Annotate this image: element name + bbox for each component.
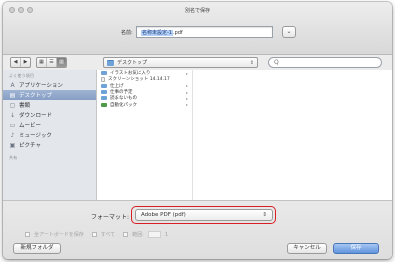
sidebar-item-music[interactable]: ♪ ミュージック <box>3 130 96 140</box>
list-item[interactable]: 自動化パック ▸ <box>97 101 192 108</box>
applications-icon: A <box>10 81 15 89</box>
sidebar-item-movies[interactable]: ▭ ムービー <box>3 120 96 130</box>
range-field[interactable] <box>147 231 161 238</box>
sidebar-item-documents[interactable]: ▢ 書類 <box>3 100 96 110</box>
artboard-options: 全アートボードを保存 すべて 範囲: 1 <box>25 231 168 238</box>
save-dialog-window: 別名で保存 名前: 名称未設定-1.pdf ⌄ ◀ ▶ ▦ ☰ ▥ デスクトップ… <box>3 2 392 259</box>
title-bar: 別名で保存 名前: 名称未設定-1.pdf ⌄ <box>3 2 392 55</box>
music-icon: ♪ <box>10 131 15 139</box>
format-highlight-annotation <box>131 206 276 224</box>
app-folder-icon <box>101 102 107 107</box>
folder-icon <box>107 59 114 66</box>
sidebar-item-desktop[interactable]: ▤ デスクトップ <box>3 90 96 100</box>
chevron-right-icon: ▸ <box>185 83 188 89</box>
icon-view-icon[interactable]: ▦ <box>37 58 47 67</box>
location-popup[interactable]: デスクトップ ⇕ <box>103 57 258 68</box>
sidebar-item-applications[interactable]: A アプリケーション <box>3 80 96 90</box>
sidebar-header-shared: 共有 <box>9 155 18 160</box>
sidebar-item-label: ムービー <box>19 123 42 129</box>
document-icon <box>101 76 105 82</box>
new-folder-button[interactable]: 新規フォルダ <box>13 243 61 254</box>
forward-icon[interactable]: ▶ <box>21 58 30 67</box>
sidebar-item-label: ダウンロード <box>19 113 53 119</box>
sidebar-item-label: 書類 <box>19 103 31 109</box>
file-browser: イラストお気に入り ▸ スクリーンショット 14.14.17 仕上げ ▸ 仕事の… <box>97 70 392 200</box>
filename-field[interactable]: 名称未設定-1.pdf <box>136 26 273 38</box>
range-label: 範囲: <box>132 232 144 238</box>
folder-icon <box>101 96 107 101</box>
folder-icon <box>101 83 107 88</box>
file-name: 仕上げ <box>110 83 124 89</box>
cancel-button[interactable]: キャンセル <box>287 243 327 254</box>
range-value: 1 <box>164 231 169 238</box>
file-name: 読まないもの <box>110 96 137 102</box>
chevron-updown-icon: ⇕ <box>249 59 254 66</box>
options-panel: フォーマット: Adobe PDF (pdf) ⇕ 全アートボードを保存 すべて… <box>3 200 392 259</box>
desktop-icon: ▤ <box>9 91 16 99</box>
pictures-icon: ▣ <box>9 141 16 149</box>
sidebar-item-label: アプリケーション <box>19 83 63 89</box>
all-radio[interactable] <box>91 232 97 237</box>
file-name: イラストお気に入り <box>110 71 151 77</box>
sidebar-item-label: ミュージック <box>19 133 52 139</box>
sidebar-item-downloads[interactable]: ↓ ダウンロード <box>3 110 96 120</box>
filename-selected-text: 名称未設定-1 <box>141 30 173 36</box>
view-mode-buttons: ▦ ☰ ▥ <box>36 57 67 68</box>
chevron-right-icon: ▸ <box>185 89 188 95</box>
sidebar-header-favorites: よく使う項目 <box>9 73 35 78</box>
name-label: 名前: <box>121 30 133 36</box>
chevron-right-icon: ▸ <box>185 102 188 108</box>
file-name: 自動化パック <box>110 102 137 108</box>
window-title: 別名で保存 <box>184 8 210 14</box>
toolbar: ◀ ▶ ▦ ☰ ▥ デスクトップ ⇕ Q <box>3 57 392 68</box>
filename-extension: .pdf <box>173 30 183 36</box>
folder-icon <box>101 71 107 76</box>
name-row: 名前: 名称未設定-1.pdf ⌄ <box>3 26 392 38</box>
chevron-right-icon: ▸ <box>185 70 188 76</box>
range-radio[interactable] <box>123 232 129 237</box>
file-column: イラストお気に入り ▸ スクリーンショット 14.14.17 仕上げ ▸ 仕事の… <box>97 70 193 200</box>
location-label: デスクトップ <box>117 60 148 66</box>
movies-icon: ▭ <box>9 121 16 129</box>
sidebar-item-pictures[interactable]: ▣ ピクチャ <box>3 140 96 150</box>
chevron-right-icon: ▸ <box>185 95 188 101</box>
column-view-icon[interactable]: ▥ <box>57 58 66 67</box>
expand-dialog-button[interactable]: ⌄ <box>282 26 296 38</box>
save-button[interactable]: 保存 <box>333 243 379 254</box>
save-artboards-checkbox[interactable] <box>25 232 30 237</box>
search-icon: Q <box>274 59 279 66</box>
downloads-icon: ↓ <box>9 111 16 119</box>
save-artboards-label: 全アートボードを保存 <box>34 232 84 238</box>
format-label: フォーマット: <box>91 214 130 221</box>
search-field[interactable]: Q <box>268 57 382 68</box>
sidebar-item-label: デスクトップ <box>19 93 53 99</box>
list-view-icon[interactable]: ☰ <box>47 58 57 67</box>
back-icon[interactable]: ◀ <box>11 58 21 67</box>
back-forward-buttons: ◀ ▶ <box>10 57 31 68</box>
documents-icon: ▢ <box>9 101 16 109</box>
sidebar: よく使う項目 A アプリケーション ▤ デスクトップ ▢ 書類 ↓ ダウンロード… <box>3 70 97 200</box>
folder-icon <box>101 90 107 95</box>
file-name: 仕事の予定 <box>110 90 133 96</box>
sidebar-item-label: ピクチャ <box>19 143 41 149</box>
all-label: すべて <box>100 232 116 238</box>
file-name: スクリーンショット 14.14.17 <box>108 77 170 83</box>
